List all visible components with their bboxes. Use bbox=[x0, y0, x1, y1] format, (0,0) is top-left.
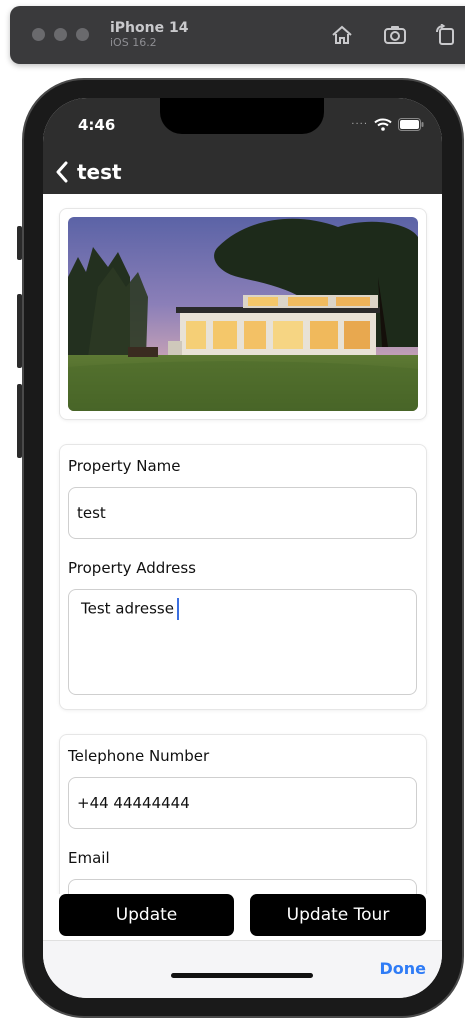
navigation-bar: test bbox=[43, 150, 442, 194]
app-screen: 4:46 ···· test Property Name test Proper… bbox=[43, 98, 442, 998]
battery-icon bbox=[398, 118, 424, 131]
property-name-input[interactable]: test bbox=[68, 487, 417, 539]
cellular-icon: ···· bbox=[351, 119, 368, 130]
device-info: iPhone 14 iOS 16.2 bbox=[110, 20, 188, 50]
rotate-icon[interactable] bbox=[434, 24, 458, 46]
property-address-label: Property Address bbox=[68, 559, 196, 577]
scroll-content[interactable]: Property Name test Property Address Test… bbox=[43, 194, 442, 894]
mute-switch bbox=[17, 226, 22, 260]
property-address-value: Test adresse bbox=[81, 599, 174, 618]
update-button[interactable]: Update bbox=[59, 894, 234, 936]
volume-up-button bbox=[17, 294, 22, 368]
notch bbox=[160, 98, 324, 134]
keyboard-toolbar: Done bbox=[43, 940, 442, 998]
minimize-window-button[interactable] bbox=[54, 28, 67, 41]
simulator-toolbar: iPhone 14 iOS 16.2 bbox=[10, 6, 465, 64]
telephone-label: Telephone Number bbox=[68, 747, 210, 765]
update-tour-button[interactable]: Update Tour bbox=[250, 894, 426, 936]
os-version: iOS 16.2 bbox=[110, 36, 157, 49]
home-indicator[interactable] bbox=[171, 973, 313, 978]
property-name-label: Property Name bbox=[68, 457, 181, 475]
status-time: 4:46 bbox=[78, 116, 116, 134]
property-details-card: Property Name test Property Address Test… bbox=[59, 444, 427, 710]
wifi-icon bbox=[374, 118, 392, 131]
window-controls bbox=[32, 28, 89, 41]
screenshot-icon[interactable] bbox=[383, 24, 407, 46]
telephone-input[interactable]: +44 44444444 bbox=[68, 777, 417, 829]
chevron-left-icon bbox=[56, 161, 68, 183]
text-cursor bbox=[176, 598, 179, 620]
back-button[interactable]: test bbox=[55, 160, 122, 184]
property-address-textarea[interactable]: Test adresse bbox=[68, 589, 417, 695]
volume-down-button bbox=[17, 384, 22, 458]
device-name: iPhone 14 bbox=[110, 20, 189, 36]
zoom-window-button[interactable] bbox=[76, 28, 89, 41]
property-image[interactable] bbox=[68, 217, 418, 411]
home-icon[interactable] bbox=[330, 24, 354, 46]
nav-title: test bbox=[77, 160, 122, 184]
done-button[interactable]: Done bbox=[379, 959, 426, 978]
status-icons: ···· bbox=[351, 118, 424, 131]
email-label: Email bbox=[68, 849, 110, 867]
property-image-card bbox=[59, 208, 427, 420]
contact-details-card: Telephone Number +44 44444444 Email bbox=[59, 734, 427, 894]
close-window-button[interactable] bbox=[32, 28, 45, 41]
email-input[interactable] bbox=[68, 879, 417, 894]
